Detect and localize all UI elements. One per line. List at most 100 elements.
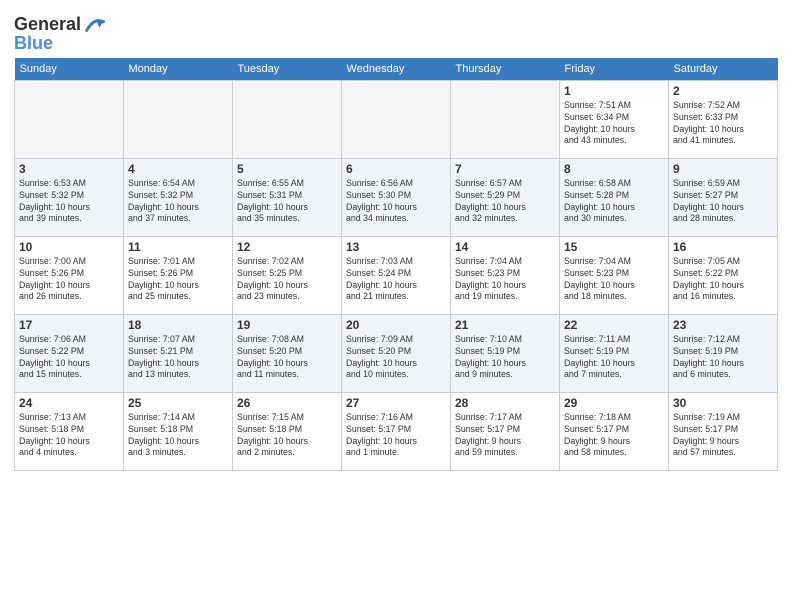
calendar-cell: 16 Sunrise: 7:05 AM Sunset: 5:22 PM Dayli… <box>669 236 778 314</box>
calendar-cell: 5 Sunrise: 6:55 AM Sunset: 5:31 PM Daylig… <box>233 158 342 236</box>
cell-info: Sunrise: 7:11 AM Sunset: 5:19 PM Dayligh… <box>564 334 664 382</box>
cell-info: Sunrise: 7:05 AM Sunset: 5:22 PM Dayligh… <box>673 256 773 304</box>
day-number: 24 <box>19 396 119 410</box>
calendar-cell: 1Sunrise: 7:51 AM Sunset: 6:34 PM Daylig… <box>560 80 669 158</box>
cell-info: Sunrise: 7:04 AM Sunset: 5:23 PM Dayligh… <box>564 256 664 304</box>
day-number: 14 <box>455 240 555 254</box>
logo-text: General <box>14 15 81 35</box>
calendar-cell: 3Sunrise: 6:53 AM Sunset: 5:32 PM Daylig… <box>15 158 124 236</box>
weekday-header-row: SundayMondayTuesdayWednesdayThursdayFrid… <box>15 58 778 81</box>
calendar-cell: 2 Sunrise: 7:52 AM Sunset: 6:33 PM Daylig… <box>669 80 778 158</box>
cell-info: Sunrise: 7:03 AM Sunset: 5:24 PM Dayligh… <box>346 256 446 304</box>
logo: General Blue <box>14 14 105 54</box>
calendar-table: SundayMondayTuesdayWednesdayThursdayFrid… <box>14 58 778 471</box>
calendar-cell: 28 Sunrise: 7:17 AM Sunset: 5:17 PM Dayli… <box>451 392 560 470</box>
day-number: 15 <box>564 240 664 254</box>
cell-info: Sunrise: 7:09 AM Sunset: 5:20 PM Dayligh… <box>346 334 446 382</box>
day-number: 10 <box>19 240 119 254</box>
calendar-cell: 14 Sunrise: 7:04 AM Sunset: 5:23 PM Dayli… <box>451 236 560 314</box>
day-number: 11 <box>128 240 228 254</box>
calendar-row-3: 10 Sunrise: 7:00 AM Sunset: 5:26 PM Dayli… <box>15 236 778 314</box>
weekday-thursday: Thursday <box>451 58 560 81</box>
day-number: 25 <box>128 396 228 410</box>
cell-info: Sunrise: 7:07 AM Sunset: 5:21 PM Dayligh… <box>128 334 228 382</box>
logo-icon <box>83 14 105 36</box>
calendar-cell: 23 Sunrise: 7:12 AM Sunset: 5:19 PM Dayli… <box>669 314 778 392</box>
day-number: 7 <box>455 162 555 176</box>
day-number: 12 <box>237 240 337 254</box>
cell-info: Sunrise: 6:56 AM Sunset: 5:30 PM Dayligh… <box>346 178 446 226</box>
day-number: 22 <box>564 318 664 332</box>
cell-info: Sunrise: 7:14 AM Sunset: 5:18 PM Dayligh… <box>128 412 228 460</box>
cell-info: Sunrise: 7:17 AM Sunset: 5:17 PM Dayligh… <box>455 412 555 460</box>
calendar-cell <box>15 80 124 158</box>
cell-info: Sunrise: 7:13 AM Sunset: 5:18 PM Dayligh… <box>19 412 119 460</box>
calendar-cell: 29 Sunrise: 7:18 AM Sunset: 5:17 PM Dayli… <box>560 392 669 470</box>
calendar-cell: 10 Sunrise: 7:00 AM Sunset: 5:26 PM Dayli… <box>15 236 124 314</box>
cell-info: Sunrise: 7:08 AM Sunset: 5:20 PM Dayligh… <box>237 334 337 382</box>
cell-info: Sunrise: 7:02 AM Sunset: 5:25 PM Dayligh… <box>237 256 337 304</box>
day-number: 16 <box>673 240 773 254</box>
day-number: 13 <box>346 240 446 254</box>
calendar-cell: 7 Sunrise: 6:57 AM Sunset: 5:29 PM Daylig… <box>451 158 560 236</box>
calendar-cell: 21Sunrise: 7:10 AM Sunset: 5:19 PM Dayli… <box>451 314 560 392</box>
calendar-cell: 25 Sunrise: 7:14 AM Sunset: 5:18 PM Dayli… <box>124 392 233 470</box>
calendar-cell: 20 Sunrise: 7:09 AM Sunset: 5:20 PM Dayli… <box>342 314 451 392</box>
header: General Blue <box>14 10 778 54</box>
calendar-cell: 19 Sunrise: 7:08 AM Sunset: 5:20 PM Dayli… <box>233 314 342 392</box>
cell-info: Sunrise: 7:19 AM Sunset: 5:17 PM Dayligh… <box>673 412 773 460</box>
day-number: 28 <box>455 396 555 410</box>
day-number: 5 <box>237 162 337 176</box>
day-number: 18 <box>128 318 228 332</box>
cell-info: Sunrise: 7:52 AM Sunset: 6:33 PM Dayligh… <box>673 100 773 148</box>
cell-info: Sunrise: 6:59 AM Sunset: 5:27 PM Dayligh… <box>673 178 773 226</box>
cell-info: Sunrise: 6:55 AM Sunset: 5:31 PM Dayligh… <box>237 178 337 226</box>
calendar-cell: 9 Sunrise: 6:59 AM Sunset: 5:27 PM Daylig… <box>669 158 778 236</box>
calendar-cell: 18 Sunrise: 7:07 AM Sunset: 5:21 PM Dayli… <box>124 314 233 392</box>
day-number: 4 <box>128 162 228 176</box>
calendar-cell: 12 Sunrise: 7:02 AM Sunset: 5:25 PM Dayli… <box>233 236 342 314</box>
day-number: 27 <box>346 396 446 410</box>
cell-info: Sunrise: 7:12 AM Sunset: 5:19 PM Dayligh… <box>673 334 773 382</box>
day-number: 29 <box>564 396 664 410</box>
logo-blue-text: Blue <box>14 34 53 54</box>
calendar-cell: 30Sunrise: 7:19 AM Sunset: 5:17 PM Dayli… <box>669 392 778 470</box>
calendar-row-4: 17 Sunrise: 7:06 AM Sunset: 5:22 PM Dayli… <box>15 314 778 392</box>
cell-info: Sunrise: 7:04 AM Sunset: 5:23 PM Dayligh… <box>455 256 555 304</box>
calendar-cell: 4 Sunrise: 6:54 AM Sunset: 5:32 PM Daylig… <box>124 158 233 236</box>
calendar-cell: 17 Sunrise: 7:06 AM Sunset: 5:22 PM Dayli… <box>15 314 124 392</box>
calendar-cell <box>124 80 233 158</box>
page-container: General Blue SundayMondayTuesdayWednesda… <box>0 0 792 477</box>
weekday-friday: Friday <box>560 58 669 81</box>
calendar-cell: 24 Sunrise: 7:13 AM Sunset: 5:18 PM Dayli… <box>15 392 124 470</box>
day-number: 3 <box>19 162 119 176</box>
cell-info: Sunrise: 7:01 AM Sunset: 5:26 PM Dayligh… <box>128 256 228 304</box>
calendar-row-2: 3Sunrise: 6:53 AM Sunset: 5:32 PM Daylig… <box>15 158 778 236</box>
cell-info: Sunrise: 7:06 AM Sunset: 5:22 PM Dayligh… <box>19 334 119 382</box>
calendar-row-1: 1Sunrise: 7:51 AM Sunset: 6:34 PM Daylig… <box>15 80 778 158</box>
day-number: 2 <box>673 84 773 98</box>
calendar-cell: 8Sunrise: 6:58 AM Sunset: 5:28 PM Daylig… <box>560 158 669 236</box>
weekday-sunday: Sunday <box>15 58 124 81</box>
day-number: 20 <box>346 318 446 332</box>
cell-info: Sunrise: 6:54 AM Sunset: 5:32 PM Dayligh… <box>128 178 228 226</box>
cell-info: Sunrise: 7:16 AM Sunset: 5:17 PM Dayligh… <box>346 412 446 460</box>
weekday-tuesday: Tuesday <box>233 58 342 81</box>
calendar-cell <box>451 80 560 158</box>
weekday-saturday: Saturday <box>669 58 778 81</box>
calendar-cell: 26Sunrise: 7:15 AM Sunset: 5:18 PM Dayli… <box>233 392 342 470</box>
calendar-row-5: 24 Sunrise: 7:13 AM Sunset: 5:18 PM Dayli… <box>15 392 778 470</box>
weekday-wednesday: Wednesday <box>342 58 451 81</box>
calendar-cell <box>342 80 451 158</box>
day-number: 19 <box>237 318 337 332</box>
day-number: 23 <box>673 318 773 332</box>
cell-info: Sunrise: 7:18 AM Sunset: 5:17 PM Dayligh… <box>564 412 664 460</box>
day-number: 8 <box>564 162 664 176</box>
day-number: 17 <box>19 318 119 332</box>
cell-info: Sunrise: 6:57 AM Sunset: 5:29 PM Dayligh… <box>455 178 555 226</box>
cell-info: Sunrise: 7:51 AM Sunset: 6:34 PM Dayligh… <box>564 100 664 148</box>
day-number: 26 <box>237 396 337 410</box>
cell-info: Sunrise: 7:00 AM Sunset: 5:26 PM Dayligh… <box>19 256 119 304</box>
calendar-cell: 6Sunrise: 6:56 AM Sunset: 5:30 PM Daylig… <box>342 158 451 236</box>
day-number: 9 <box>673 162 773 176</box>
